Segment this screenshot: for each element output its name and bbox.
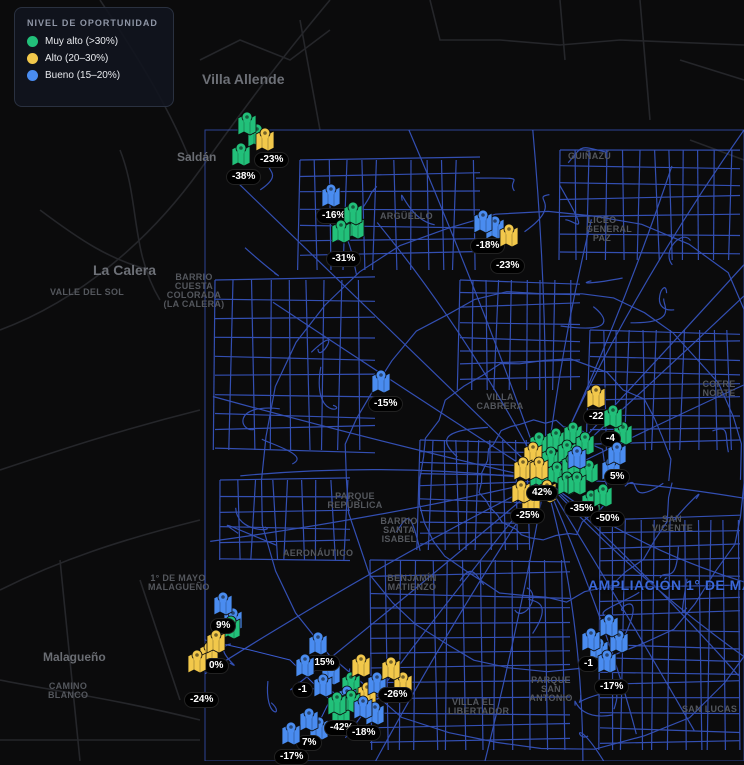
map-pin-icon[interactable] — [566, 470, 588, 496]
map-pin-icon[interactable] — [330, 218, 352, 244]
map-pin-icon[interactable] — [230, 141, 252, 167]
place-la-calera: La Calera — [93, 262, 157, 278]
legend-dot-blue — [27, 70, 38, 81]
map-pin-icon[interactable] — [294, 652, 316, 678]
legend-label: Alto (20–30%) — [45, 53, 109, 64]
place-malagueno: Malagueño — [43, 650, 106, 664]
legend-dot-yellow — [27, 53, 38, 64]
place-parque-san-antonio: PARQUE SAN ANTONIO — [529, 675, 573, 703]
map-pin-icon[interactable] — [566, 444, 588, 470]
map-pin-icon[interactable] — [205, 628, 227, 654]
legend: NIVEL DE OPORTUNIDAD Muy alto (>30%) Alt… — [14, 7, 174, 107]
discount-label: -17% — [594, 679, 630, 695]
discount-label: -23% — [490, 258, 526, 274]
place-barrio-santa-isabel: BARRIO SANTA ISABEL — [380, 516, 418, 544]
map-pin-icon[interactable] — [602, 403, 624, 429]
map-pin-icon[interactable] — [186, 648, 208, 674]
place-liceo: LICEO GENERAL PAZ — [586, 215, 633, 243]
place-aeronautico: AERONÁUTICO — [283, 548, 354, 558]
map-pin-icon[interactable] — [280, 720, 302, 746]
map-pin-icon[interactable] — [380, 655, 402, 681]
map-pin-icon[interactable] — [370, 368, 392, 394]
map-pin-icon[interactable] — [326, 690, 348, 716]
discount-label: -17% — [274, 749, 310, 765]
discount-label: -24% — [184, 692, 220, 708]
discount-label: 42% — [526, 485, 559, 501]
map-pin-icon[interactable] — [212, 590, 234, 616]
map-pin-icon[interactable] — [606, 440, 628, 466]
place-arguello: ARGÜELLO — [380, 211, 433, 221]
discount-label: -18% — [346, 725, 382, 741]
discount-label: -25% — [510, 508, 546, 524]
map-pin-icon[interactable] — [528, 455, 550, 481]
legend-item-muy-alto: Muy alto (>30%) — [27, 36, 161, 47]
legend-label: Muy alto (>30%) — [45, 36, 119, 47]
map-pin-icon[interactable] — [352, 694, 374, 720]
place-san-vicente: SAN VICENTE — [652, 514, 694, 533]
map-pin-icon[interactable] — [472, 208, 494, 234]
discount-label: -15% — [368, 396, 404, 412]
map-pin-icon[interactable] — [498, 222, 520, 248]
place-valle-del-sol: VALLE DEL SOL — [50, 287, 125, 297]
place-parque-republica: PARQUE REPÚBLICA — [327, 491, 383, 510]
map-pin-icon[interactable] — [592, 482, 614, 508]
place-villa-allende: Villa Allende — [202, 71, 285, 87]
legend-item-alto: Alto (20–30%) — [27, 53, 161, 64]
discount-label: -23% — [254, 152, 290, 168]
discount-label: -26% — [378, 687, 414, 703]
legend-item-bueno: Bueno (15–20%) — [27, 70, 161, 81]
place-benjamin: BENJAMÍN MATIENZO — [387, 573, 437, 592]
place-villa-cabrera: VILLA CABRERA — [476, 392, 524, 411]
place-saldan: Saldán — [177, 150, 217, 164]
map-pin-icon[interactable] — [254, 126, 276, 152]
map-pin-icon[interactable] — [320, 182, 342, 208]
place-ampliacion: AMPLIACIÓN 1° DE MA — [588, 577, 744, 593]
discount-label: -31% — [326, 251, 362, 267]
place-cofre-norte: COFRE NORTE — [702, 379, 736, 398]
place-primero-de-mayo: 1° DE MAYO MALAGUEÑO — [148, 573, 210, 592]
map-pin-icon[interactable] — [596, 648, 618, 674]
legend-title: NIVEL DE OPORTUNIDAD — [27, 18, 158, 28]
legend-dot-green — [27, 36, 38, 47]
place-villa-el-libertador: VILLA EL LIBERTADOR — [448, 697, 510, 716]
discount-label: -1 — [292, 682, 313, 698]
place-barrio-cuesta: BARRIO CUESTA COLORADA (LA CALERA) — [163, 272, 225, 309]
discount-label: -50% — [590, 511, 626, 527]
legend-label: Bueno (15–20%) — [45, 70, 121, 81]
place-camino-blanco: CAMINO BLANCO — [48, 681, 89, 700]
place-guinazu: GUIÑAZÚ — [568, 151, 612, 161]
discount-label: -38% — [226, 169, 262, 185]
place-san-lucas: SAN LUCAS — [682, 704, 738, 714]
